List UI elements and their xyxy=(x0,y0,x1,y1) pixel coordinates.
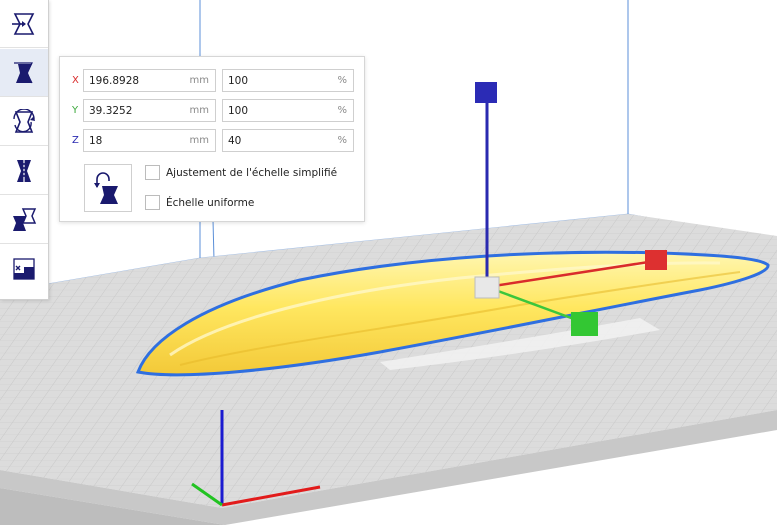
x-axis-label: X xyxy=(72,75,79,86)
mirror-tool-button[interactable] xyxy=(0,147,48,195)
scale-icon xyxy=(14,61,33,83)
uniform-scaling-checkbox[interactable] xyxy=(145,195,160,210)
x-percent-field[interactable]: 100 % xyxy=(222,69,354,92)
scale-panel: X 196.8928 mm 100 % Y 39.3252 mm 100 % Z… xyxy=(59,56,365,222)
gizmo-y-handle[interactable] xyxy=(571,312,598,336)
move-tool-button[interactable] xyxy=(0,0,48,48)
snap-scaling-option[interactable]: Ajustement de l'échelle simplifié xyxy=(145,165,337,180)
uniform-scaling-option[interactable]: Échelle uniforme xyxy=(145,195,254,210)
mirror-icon xyxy=(17,158,31,183)
gizmo-z-handle[interactable] xyxy=(475,82,497,103)
x-size-unit: mm xyxy=(189,75,209,86)
per-model-settings-tool-button[interactable] xyxy=(0,196,48,244)
z-size-unit: mm xyxy=(189,135,209,146)
move-icon xyxy=(12,12,35,35)
z-axis-label: Z xyxy=(72,135,79,146)
z-percent-value: 40 xyxy=(228,134,242,147)
z-size-value: 18 xyxy=(89,134,103,147)
gizmo-x-handle[interactable] xyxy=(645,250,667,270)
z-percent-unit: % xyxy=(337,135,347,146)
x-percent-value: 100 xyxy=(228,74,249,87)
x-percent-unit: % xyxy=(337,75,347,86)
x-size-value: 196.8928 xyxy=(89,74,140,87)
z-percent-field[interactable]: 40 % xyxy=(222,129,354,152)
snap-scaling-label: Ajustement de l'échelle simplifié xyxy=(166,166,338,179)
x-size-field[interactable]: 196.8928 mm xyxy=(83,69,216,92)
support-blocker-tool-button[interactable] xyxy=(0,245,48,293)
y-percent-value: 100 xyxy=(228,104,249,117)
y-size-value: 39.3252 xyxy=(89,104,133,117)
y-percent-field[interactable]: 100 % xyxy=(222,99,354,122)
z-size-field[interactable]: 18 mm xyxy=(83,129,216,152)
per-model-settings-icon xyxy=(13,207,37,231)
support-blocker-icon xyxy=(13,258,35,280)
y-size-field[interactable]: 39.3252 mm xyxy=(83,99,216,122)
lock-model-icon xyxy=(94,172,118,204)
rotate-icon xyxy=(13,108,35,133)
scale-tool-button[interactable] xyxy=(0,49,48,97)
snap-scaling-checkbox[interactable] xyxy=(145,165,160,180)
y-percent-unit: % xyxy=(337,105,347,116)
gizmo-center-handle[interactable] xyxy=(474,276,500,299)
y-size-unit: mm xyxy=(189,105,209,116)
uniform-scaling-label: Échelle uniforme xyxy=(166,196,255,209)
tool-toolbar xyxy=(0,0,49,300)
y-axis-label: Y xyxy=(72,105,79,116)
rotate-tool-button[interactable] xyxy=(0,98,48,146)
lock-model-button[interactable] xyxy=(84,164,132,212)
